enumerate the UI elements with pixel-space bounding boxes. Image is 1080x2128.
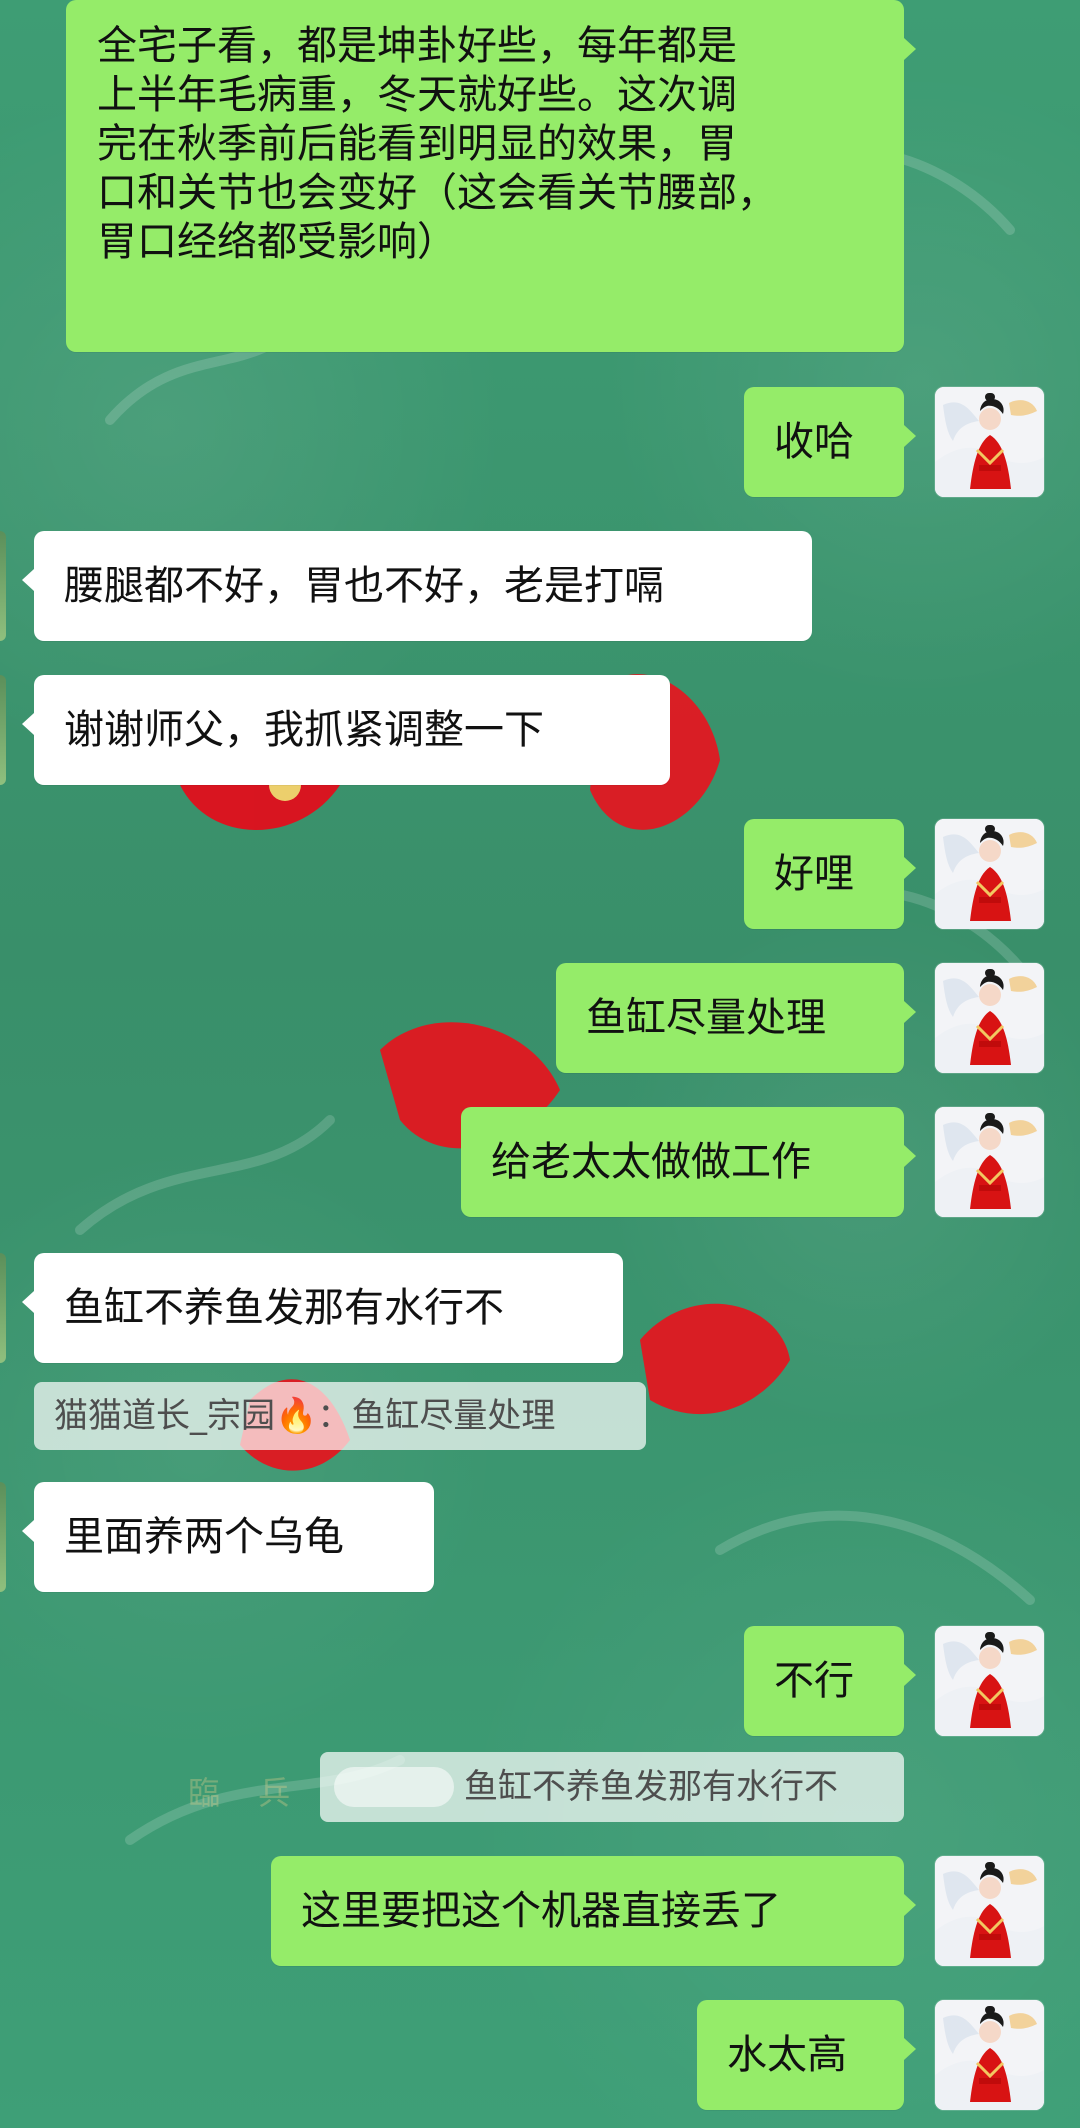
avatar-icon bbox=[935, 819, 1044, 929]
avatar[interactable] bbox=[935, 819, 1044, 929]
message-bubble-m5[interactable]: 好哩 bbox=[744, 819, 916, 929]
message-bubble-m7[interactable]: 给老太太做做工作 bbox=[461, 1107, 916, 1217]
avatar[interactable] bbox=[935, 1626, 1044, 1736]
quoted-reply[interactable]: 猫猫道长_宗园🔥：鱼缸尽量处理 bbox=[34, 1382, 646, 1450]
avatar-icon bbox=[935, 1626, 1044, 1736]
message-bubble-m1[interactable]: 全宅子看，都是坤卦好些，每年都是 上半年毛病重，冬天就好些。这次调 完在秋季前后… bbox=[66, 0, 916, 352]
avatar[interactable] bbox=[935, 387, 1044, 497]
avatar[interactable] bbox=[935, 1107, 1044, 1217]
message-bubble-m3[interactable]: 腰腿都不好，胃也不好，老是打嗝 bbox=[22, 531, 812, 641]
message-bubble-m6[interactable]: 鱼缸尽量处理 bbox=[556, 963, 916, 1073]
quoted-user-chip bbox=[334, 1767, 454, 1807]
avatar-edge[interactable] bbox=[0, 1482, 6, 1592]
avatar-icon bbox=[935, 387, 1044, 497]
message-line-2: 上半年毛病重，冬天就好些。这次调 bbox=[97, 72, 737, 118]
avatar-icon bbox=[935, 1856, 1044, 1966]
message-bubble-m10[interactable]: 不行 bbox=[744, 1626, 916, 1736]
avatar-edge[interactable] bbox=[0, 675, 6, 785]
message-line-3: 完在秋季前后能看到明显的效果，胃 bbox=[97, 121, 737, 167]
message-bubble-m8[interactable]: 鱼缸不养鱼发那有水行不 bbox=[22, 1253, 623, 1363]
avatar-icon bbox=[935, 2000, 1044, 2110]
quoted-reply-text: 鱼缸不养鱼发那有水行不 bbox=[464, 1767, 838, 1807]
message-bubble-m4[interactable]: 谢谢师父，我抓紧调整一下 bbox=[22, 675, 670, 785]
message-line-4: 口和关节也会变好（这会看关节腰部， bbox=[97, 170, 777, 216]
avatar-edge[interactable] bbox=[0, 531, 6, 641]
avatar[interactable] bbox=[935, 2000, 1044, 2110]
avatar-icon bbox=[935, 1107, 1044, 1217]
quoted-reply[interactable]: 鱼缸不养鱼发那有水行不 bbox=[320, 1752, 904, 1822]
avatar[interactable] bbox=[935, 963, 1044, 1073]
chat-thread: 全宅子看，都是坤卦好些，每年都是 上半年毛病重，冬天就好些。这次调 完在秋季前后… bbox=[0, 0, 1080, 2128]
quoted-reply-text: 猫猫道长_宗园🔥：鱼缸尽量处理 bbox=[54, 1396, 556, 1436]
message-line-1: 全宅子看，都是坤卦好些，每年都是 bbox=[97, 23, 737, 69]
message-bubble-m12[interactable]: 水太高 bbox=[697, 2000, 916, 2110]
avatar-icon bbox=[935, 963, 1044, 1073]
avatar-edge[interactable] bbox=[0, 1253, 6, 1363]
message-bubble-m11[interactable]: 这里要把这个机器直接丢了 bbox=[271, 1856, 916, 1966]
avatar[interactable] bbox=[935, 1856, 1044, 1966]
message-bubble-m2[interactable]: 收哈 bbox=[744, 387, 916, 497]
message-line-5: 胃口经络都受影响） bbox=[97, 219, 457, 265]
message-bubble-m9[interactable]: 里面养两个乌龟 bbox=[22, 1482, 434, 1592]
